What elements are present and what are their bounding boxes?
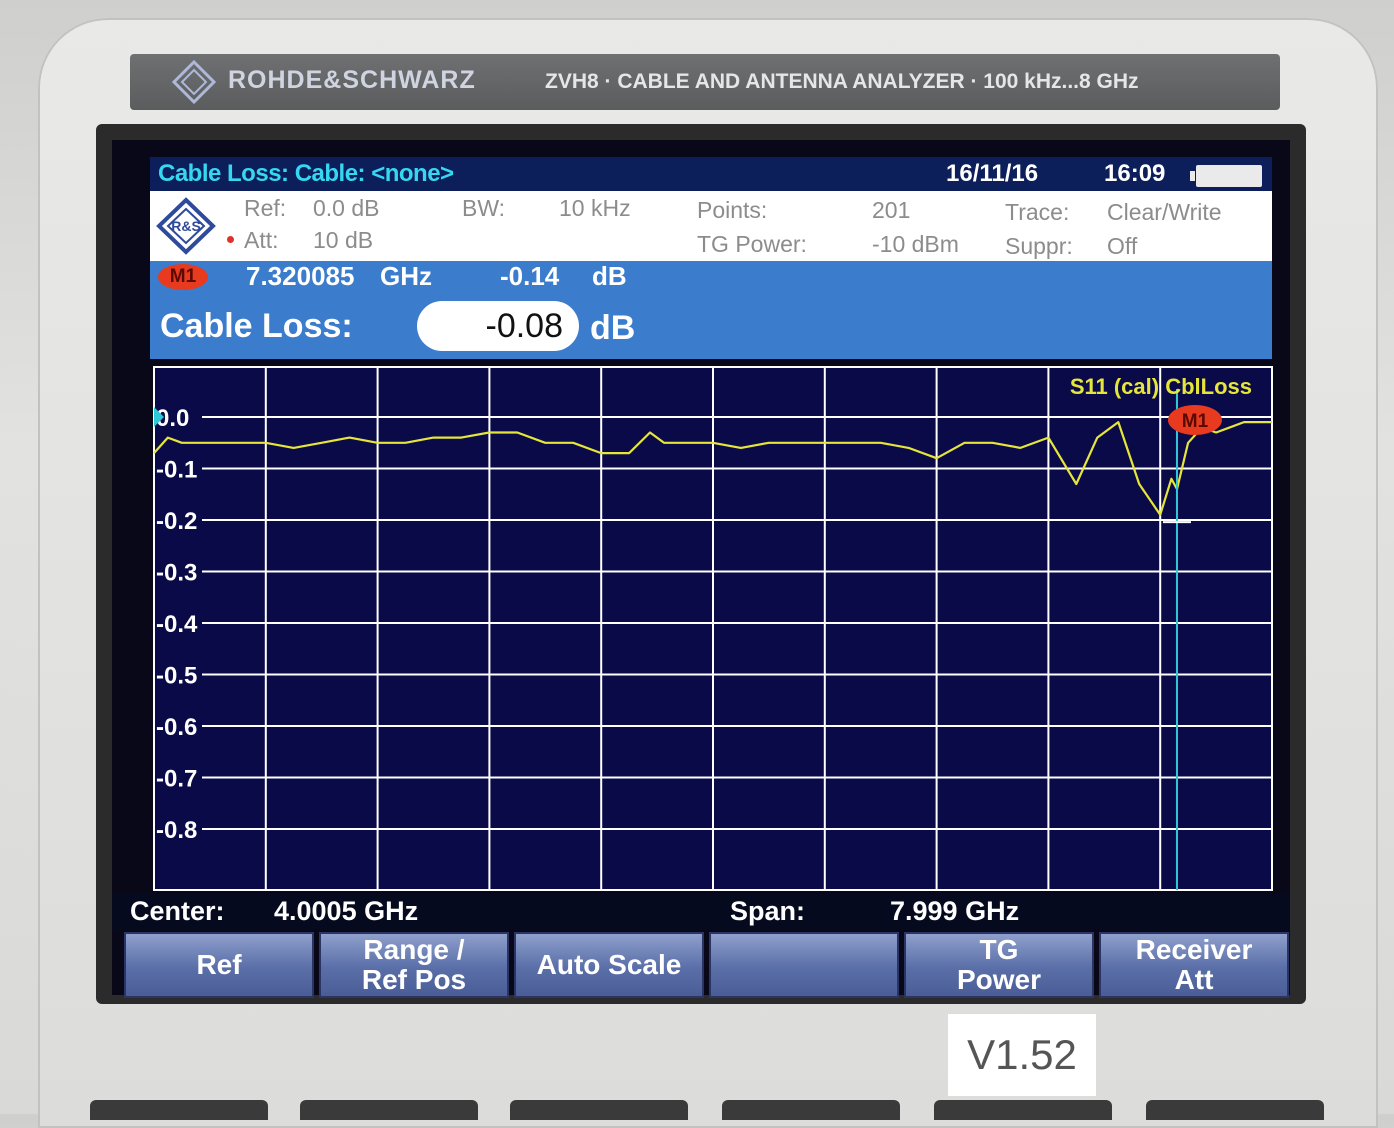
trace-legend-label: S11 (cal) CblLoss [1070,374,1252,399]
softkey-bar: Ref Range / Ref Pos Auto Scale TG Power … [124,932,1292,998]
tg-power-label: TG Power: [697,231,807,257]
softkey-auto-scale[interactable]: Auto Scale [514,932,704,998]
date-display: 16/11/16 [946,160,1039,187]
marker-readout-bar: M1 7.320085 GHz -0.14 dB Cable Loss: -0.… [150,261,1272,359]
softkey-ref-line1: Ref [196,949,242,980]
brand-name: ROHDE&SCHWARZ [228,66,476,94]
brand-strip: ROHDE&SCHWARZ ZVH8 · CABLE AND ANTENNA A… [130,54,1280,110]
softkey-receiver-att[interactable]: Receiver Att [1099,932,1289,998]
battery-icon [1190,165,1262,187]
y-tick-label: -0.6 [156,714,197,741]
y-tick-label: -0.3 [156,560,197,587]
cable-loss-value: -0.08 [417,301,579,351]
marker-level: -0.14 [500,261,560,291]
title-bar: Cable Loss: Cable: <none> 16/11/16 16:09 [150,157,1272,191]
marker-badge[interactable]: M1 [158,264,208,290]
y-tick-label: -0.5 [156,663,197,690]
frequency-footer: Center: 4.0005 GHz Span: 7.999 GHz [112,894,1290,930]
att-label: Att: [244,227,279,253]
rs-logo-icon: R&S [156,197,216,255]
center-label: Center: [130,896,225,926]
hardware-key-6[interactable] [1146,1100,1324,1120]
att-indicator-dot [227,236,234,243]
points-value: 201 [872,197,911,223]
softkey-receiver-att-line1: Receiver [1135,934,1253,965]
softkey-ref[interactable]: Ref [124,932,314,998]
cable-loss-label: Cable Loss: [160,307,353,345]
hardware-key-1[interactable] [90,1100,268,1120]
hardware-key-3[interactable] [510,1100,688,1120]
bw-label: BW: [462,195,506,221]
marker-frequency-unit: GHz [380,261,432,291]
softkey-tg-power-line2: Power [956,964,1042,995]
y-tick-label: -0.1 [156,457,197,484]
marker-level-unit: dB [592,261,627,291]
softkey-tg-power[interactable]: TG Power [904,932,1094,998]
hardware-key-2[interactable] [300,1100,478,1120]
trace-value: Clear/Write [1107,199,1222,225]
cable-loss-unit: dB [590,309,636,347]
y-tick-label: -0.7 [156,766,197,793]
hardware-key-4[interactable] [722,1100,900,1120]
tg-power-value: -10 dBm [872,231,959,257]
hardware-key-5[interactable] [934,1100,1112,1120]
ref-label: Ref: [244,195,287,221]
version-sticker: V1.52 [948,1014,1096,1096]
settings-panel: R&S Ref: 0.0 dB Att: 10 dB BW: 10 kHz Po… [150,191,1272,261]
softkey-range-line2: Ref Pos [361,964,467,995]
softkey-range-line1: Range / [363,934,465,965]
y-tick-label: -0.8 [156,817,197,844]
mode-title: Cable Loss: Cable: <none> [158,160,454,187]
svg-text:R&S: R&S [171,218,201,234]
time-display: 16:09 [1104,160,1166,187]
trace-plot[interactable]: 0.0 -0.1 -0.2 -0.3 -0.4 -0.5 -0.6 -0.7 -0.8 S11 (… [132,362,1282,897]
span-value: 7.999 GHz [890,896,1020,926]
span-label: Span: [730,896,806,926]
att-value: 10 dB [313,227,374,253]
suppr-label: Suppr: [1005,233,1073,259]
marker-frequency: 7.320085 [246,261,355,291]
points-label: Points: [697,197,768,223]
marker-badge-plot-label: M1 [1182,411,1209,432]
rs-brand-logo-icon [172,60,216,104]
softkey-blank[interactable] [709,932,899,998]
softkey-auto-scale-line1: Auto Scale [536,949,682,980]
center-value: 4.0005 GHz [274,896,419,926]
softkey-range-ref-pos[interactable]: Range / Ref Pos [319,932,509,998]
y-tick-label: -0.2 [156,508,197,535]
trace-plot-svg: 0.0-0.1-0.2-0.3-0.4-0.5-0.6-0.7-0.8S11 (… [153,366,1273,891]
model-name: ZVH8 · CABLE AND ANTENNA ANALYZER · 100 … [545,70,1139,93]
suppr-value: Off [1107,233,1138,259]
y-tick-label: -0.4 [156,611,198,638]
trace-label: Trace: [1005,199,1070,225]
softkey-tg-power-line1: TG [979,934,1019,965]
ref-value: 0.0 dB [313,195,380,221]
softkey-receiver-att-line2: Att [1174,964,1214,995]
bw-value: 10 kHz [559,195,631,221]
